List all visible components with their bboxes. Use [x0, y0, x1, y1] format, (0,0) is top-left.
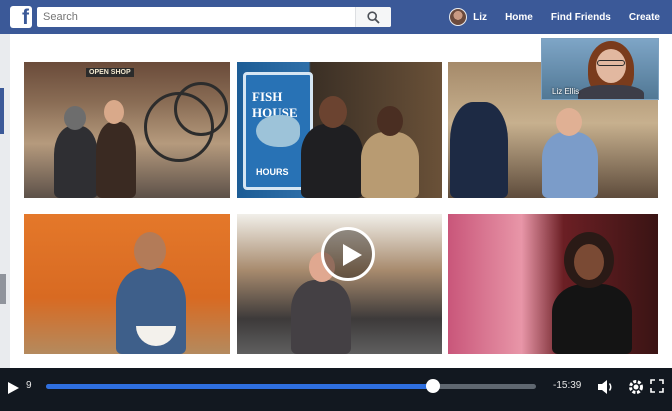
person-figure — [54, 126, 98, 198]
top-nav: Liz Home Find Friends Create — [449, 0, 660, 34]
person-figure — [361, 132, 419, 198]
nav-create-link[interactable]: Create — [629, 12, 660, 23]
background-page-edge — [0, 34, 10, 368]
profile-name: Liz — [473, 11, 488, 23]
person-figure — [96, 122, 136, 198]
participant-video[interactable]: Liz Ellis — [541, 38, 659, 100]
search-button[interactable] — [355, 7, 391, 27]
facebook-logo-letter: f — [22, 6, 29, 29]
person-head — [64, 106, 86, 130]
seek-bar[interactable] — [46, 379, 536, 393]
participant-face — [596, 49, 626, 83]
facebook-top-bar: f Liz Home Find Friends Create — [0, 0, 672, 34]
profile-link[interactable]: Liz — [449, 8, 487, 26]
facebook-logo-icon[interactable]: f — [10, 6, 32, 29]
participant-shoulders — [578, 85, 644, 99]
avatar — [449, 8, 468, 26]
play-icon — [343, 244, 362, 266]
time-remaining: -15:39 — [553, 380, 582, 391]
fullscreen-icon[interactable] — [650, 379, 664, 393]
person-head — [104, 100, 124, 124]
page-edge-mark — [0, 274, 6, 304]
page-edge-accent — [0, 88, 4, 134]
fish-graphic — [256, 115, 300, 147]
person-head — [319, 96, 347, 128]
photo-bike-shop: OPEN SHOP — [24, 62, 230, 198]
playback-controls: 9 -15:39 — [0, 368, 672, 411]
play-button[interactable] — [321, 227, 375, 281]
seek-bar-progress — [46, 384, 434, 389]
nav-home-link[interactable]: Home — [505, 12, 533, 23]
time-elapsed: 9 — [26, 380, 32, 391]
person-head — [574, 244, 604, 280]
person-figure — [542, 132, 598, 198]
bike-shop-sign: OPEN SHOP — [86, 68, 134, 77]
bike-wheel-graphic — [174, 82, 228, 136]
participant-glasses — [597, 60, 625, 66]
nav-find-friends-link[interactable]: Find Friends — [551, 12, 611, 23]
photo-florist — [448, 214, 658, 354]
photo-restaurant-man — [24, 214, 230, 354]
search-bar — [37, 7, 391, 27]
person-figure — [291, 280, 351, 354]
play-icon[interactable] — [6, 381, 20, 395]
search-icon — [367, 11, 380, 24]
person-figure — [552, 284, 632, 354]
person-figure — [301, 124, 363, 198]
person-head — [377, 106, 403, 136]
fish-house-hours-text: HOURS — [256, 167, 289, 177]
volume-icon[interactable] — [597, 379, 615, 395]
participant-name: Liz Ellis — [552, 87, 580, 96]
gear-icon[interactable] — [627, 378, 645, 396]
person-figure — [450, 102, 508, 198]
person-head — [134, 232, 166, 270]
photo-fish-house: FISH HOUSE HOURS — [237, 62, 442, 198]
person-head — [556, 108, 582, 136]
seek-handle[interactable] — [426, 379, 441, 393]
search-input[interactable] — [37, 7, 355, 27]
